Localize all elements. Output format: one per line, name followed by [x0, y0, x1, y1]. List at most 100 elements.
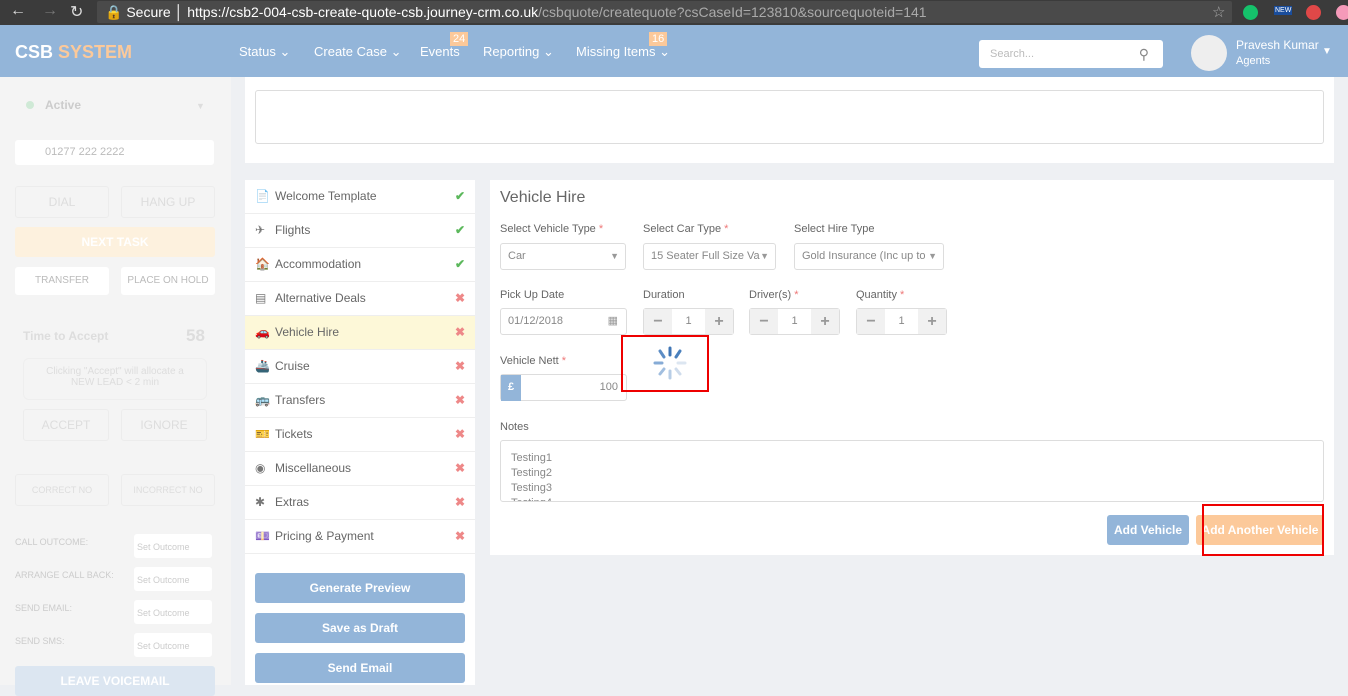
time-to-accept-label: Time to Accept: [23, 329, 109, 343]
correct-no-button[interactable]: CORRECT NO: [15, 474, 109, 506]
call-outcome-label: CALL OUTCOME:: [15, 537, 89, 547]
grammarly-extension-icon[interactable]: [1243, 5, 1258, 20]
add-vehicle-button[interactable]: Add Vehicle: [1107, 515, 1189, 545]
status-select[interactable]: Active: [45, 98, 81, 112]
section-label: Miscellaneous: [275, 461, 352, 475]
bookmark-star-icon[interactable]: ☆: [1212, 3, 1225, 21]
extension-icon[interactable]: [1306, 5, 1321, 20]
duration-stepper[interactable]: −1 +: [643, 308, 734, 335]
section-item-welcome-template[interactable]: 📄 Welcome Template ✔: [245, 180, 475, 214]
check-icon: ✔: [454, 257, 465, 271]
section-icon: ▤: [255, 291, 267, 305]
section-item-alternative-deals[interactable]: ▤ Alternative Deals ✖: [245, 282, 475, 316]
new-extension-icon[interactable]: NEW: [1274, 6, 1293, 15]
search-input[interactable]: Search... ⚲: [979, 40, 1163, 68]
section-label: Transfers: [275, 393, 326, 407]
quantity-value[interactable]: 1: [885, 309, 918, 334]
minus-icon[interactable]: −: [644, 309, 672, 334]
dial-button[interactable]: DIAL: [15, 186, 109, 218]
minus-icon[interactable]: −: [857, 309, 885, 334]
chevron-down-icon[interactable]: ▼: [1322, 46, 1332, 57]
chevron-down-icon: ▼: [760, 251, 769, 261]
accept-button[interactable]: ACCEPT: [23, 409, 109, 441]
drivers-value[interactable]: 1: [778, 309, 811, 334]
section-item-pricing-payment[interactable]: 💷 Pricing & Payment ✖: [245, 520, 475, 554]
section-item-accommodation[interactable]: 🏠 Accommodation ✔: [245, 248, 475, 282]
ignore-button[interactable]: IGNORE: [121, 409, 207, 441]
send-email-button[interactable]: Send Email: [255, 653, 465, 683]
highlight-box: [621, 335, 709, 392]
nav-missing-items[interactable]: Missing Items ⌄: [576, 44, 670, 60]
quantity-label: Quantity *: [856, 289, 905, 301]
user-role: Agents: [1236, 55, 1271, 67]
extension-icon[interactable]: [1336, 5, 1348, 20]
nav-create-case[interactable]: Create Case ⌄: [314, 44, 401, 60]
top-card: [245, 77, 1334, 163]
vehicle-type-label: Select Vehicle Type *: [500, 223, 604, 235]
chevron-down-icon: ▼: [196, 101, 205, 111]
phone-input[interactable]: 01277 222 2222: [15, 140, 214, 165]
send-email-select[interactable]: Set Outcome: [134, 600, 212, 624]
section-item-flights[interactable]: ✈ Flights ✔: [245, 214, 475, 248]
reload-icon[interactable]: ↻: [70, 2, 83, 22]
section-icon: ◉: [255, 461, 266, 475]
section-item-vehicle-hire[interactable]: 🚗 Vehicle Hire ✖: [245, 316, 475, 350]
back-icon[interactable]: ←: [10, 2, 26, 20]
section-item-extras[interactable]: ✱ Extras ✖: [245, 486, 475, 520]
section-title: Vehicle Hire: [500, 189, 586, 206]
plus-icon[interactable]: +: [705, 309, 733, 334]
drivers-stepper[interactable]: −1 +: [749, 308, 840, 335]
quantity-stepper[interactable]: −1 +: [856, 308, 947, 335]
plus-icon[interactable]: +: [918, 309, 946, 334]
vehicle-type-select[interactable]: Car ▼: [500, 243, 626, 270]
minus-icon[interactable]: −: [750, 309, 778, 334]
calendar-icon[interactable]: ▦: [608, 309, 618, 334]
avatar[interactable]: [1191, 35, 1227, 71]
vehicle-hire-card: Vehicle Hire Select Vehicle Type * Car ▼ …: [490, 180, 1334, 556]
section-item-transfers[interactable]: 🚌 Transfers ✖: [245, 384, 475, 418]
accept-notice: Clicking "Accept" will allocate a NEW LE…: [23, 358, 207, 400]
car-type-select[interactable]: 15 Seater Full Size Va ▼: [643, 243, 776, 270]
nav-events[interactable]: Events: [420, 44, 460, 59]
place-on-hold-button[interactable]: PLACE ON HOLD: [121, 267, 215, 295]
textarea[interactable]: [255, 90, 1324, 144]
section-item-tickets[interactable]: 🎫 Tickets ✖: [245, 418, 475, 452]
duration-label: Duration: [643, 289, 685, 301]
section-item-cruise[interactable]: 🚢 Cruise ✖: [245, 350, 475, 384]
hire-type-label: Select Hire Type: [794, 223, 875, 235]
nav-reporting[interactable]: Reporting ⌄: [483, 44, 554, 60]
pickup-date-input[interactable]: 01/12/2018 ▦: [500, 308, 627, 335]
hire-type-select[interactable]: Gold Insurance (Inc up to ▼: [794, 243, 944, 270]
nav-status[interactable]: Status ⌄: [239, 44, 290, 60]
incorrect-no-button[interactable]: INCORRECT NO: [121, 474, 215, 506]
generate-preview-button[interactable]: Generate Preview: [255, 573, 465, 603]
send-email-label: SEND EMAIL:: [15, 603, 73, 613]
forward-icon[interactable]: →: [42, 2, 58, 20]
search-icon[interactable]: ⚲: [1139, 40, 1149, 68]
plus-icon[interactable]: +: [811, 309, 839, 334]
section-icon: 📄: [255, 189, 270, 203]
duration-value[interactable]: 1: [672, 309, 705, 334]
next-task-button[interactable]: NEXT TASK: [15, 227, 215, 257]
chevron-down-icon: ▼: [928, 251, 937, 261]
leave-voicemail-button[interactable]: LEAVE VOICEMAIL: [15, 666, 215, 696]
url-host: https://csb2-004-csb-create-quote-csb.jo…: [187, 4, 539, 20]
logo[interactable]: CSB SYSTEM: [15, 42, 132, 63]
events-badge: 24: [450, 32, 469, 46]
call-outcome-select[interactable]: Set Outcome: [134, 534, 212, 558]
send-sms-select[interactable]: Set Outcome: [134, 633, 212, 657]
pickup-date-label: Pick Up Date: [500, 289, 565, 301]
transfer-button[interactable]: TRANSFER: [15, 267, 109, 295]
section-item-miscellaneous[interactable]: ◉ Miscellaneous ✖: [245, 452, 475, 486]
missing-items-badge: 16: [649, 32, 668, 46]
user-name[interactable]: Pravesh Kumar: [1236, 38, 1319, 52]
hang-up-button[interactable]: HANG UP: [121, 186, 215, 218]
call-panel: Active ▼ 01277 222 2222 DIAL HANG UP NEX…: [0, 77, 231, 696]
save-as-draft-button[interactable]: Save as Draft: [255, 613, 465, 643]
notes-label: Notes: [500, 421, 529, 433]
address-bar[interactable]: 🔒 Secure │ https://csb2-004-csb-create-q…: [97, 1, 1232, 23]
vehicle-nett-input[interactable]: £100: [500, 374, 627, 401]
section-label: Welcome Template: [275, 189, 377, 203]
notes-textarea[interactable]: Testing1 Testing2 Testing3 Testing4: [500, 440, 1324, 502]
arrange-call-back-select[interactable]: Set Outcome: [134, 567, 212, 591]
